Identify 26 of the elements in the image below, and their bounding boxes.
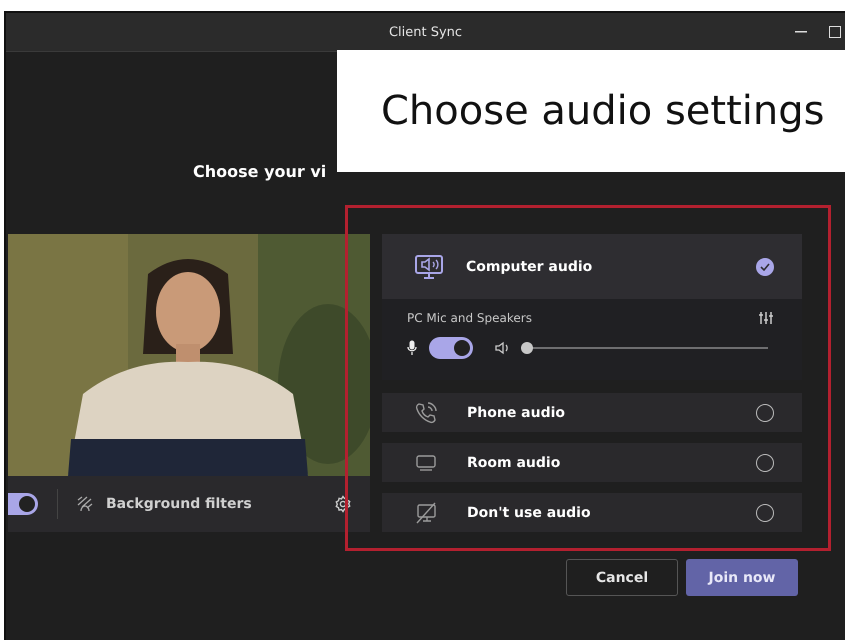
settings-icon[interactable] [334, 495, 352, 513]
radio-icon [756, 454, 774, 472]
phone-icon [415, 402, 437, 424]
microphone-icon [407, 340, 417, 356]
device-label: PC Mic and Speakers [407, 311, 532, 325]
window-title: Client Sync [388, 24, 462, 40]
checkmark-icon [756, 258, 774, 276]
sliders-icon[interactable] [758, 311, 774, 325]
radio-icon [756, 404, 774, 422]
cancel-button[interactable]: Cancel [566, 559, 678, 596]
minimize-icon[interactable] [795, 31, 807, 33]
background-filters-label[interactable]: Background filters [106, 496, 334, 512]
radio-icon [756, 504, 774, 522]
mic-toggle[interactable] [429, 337, 473, 359]
callout-caption: Choose audio settings [337, 50, 845, 172]
audio-option[interactable]: Don't use audio [382, 493, 802, 532]
audio-option[interactable]: Computer audio [382, 234, 802, 299]
audio-option[interactable]: Room audio [382, 443, 802, 482]
monitor-speaker-icon [414, 254, 444, 280]
page-heading: Choose your vi [193, 162, 328, 183]
join-now-button[interactable]: Join now [686, 559, 798, 596]
filter-icon[interactable] [76, 496, 94, 512]
maximize-icon[interactable] [829, 26, 841, 38]
display-icon [415, 454, 437, 472]
crossed-monitor-icon [415, 502, 437, 524]
audio-option[interactable]: Phone audio [382, 393, 802, 432]
